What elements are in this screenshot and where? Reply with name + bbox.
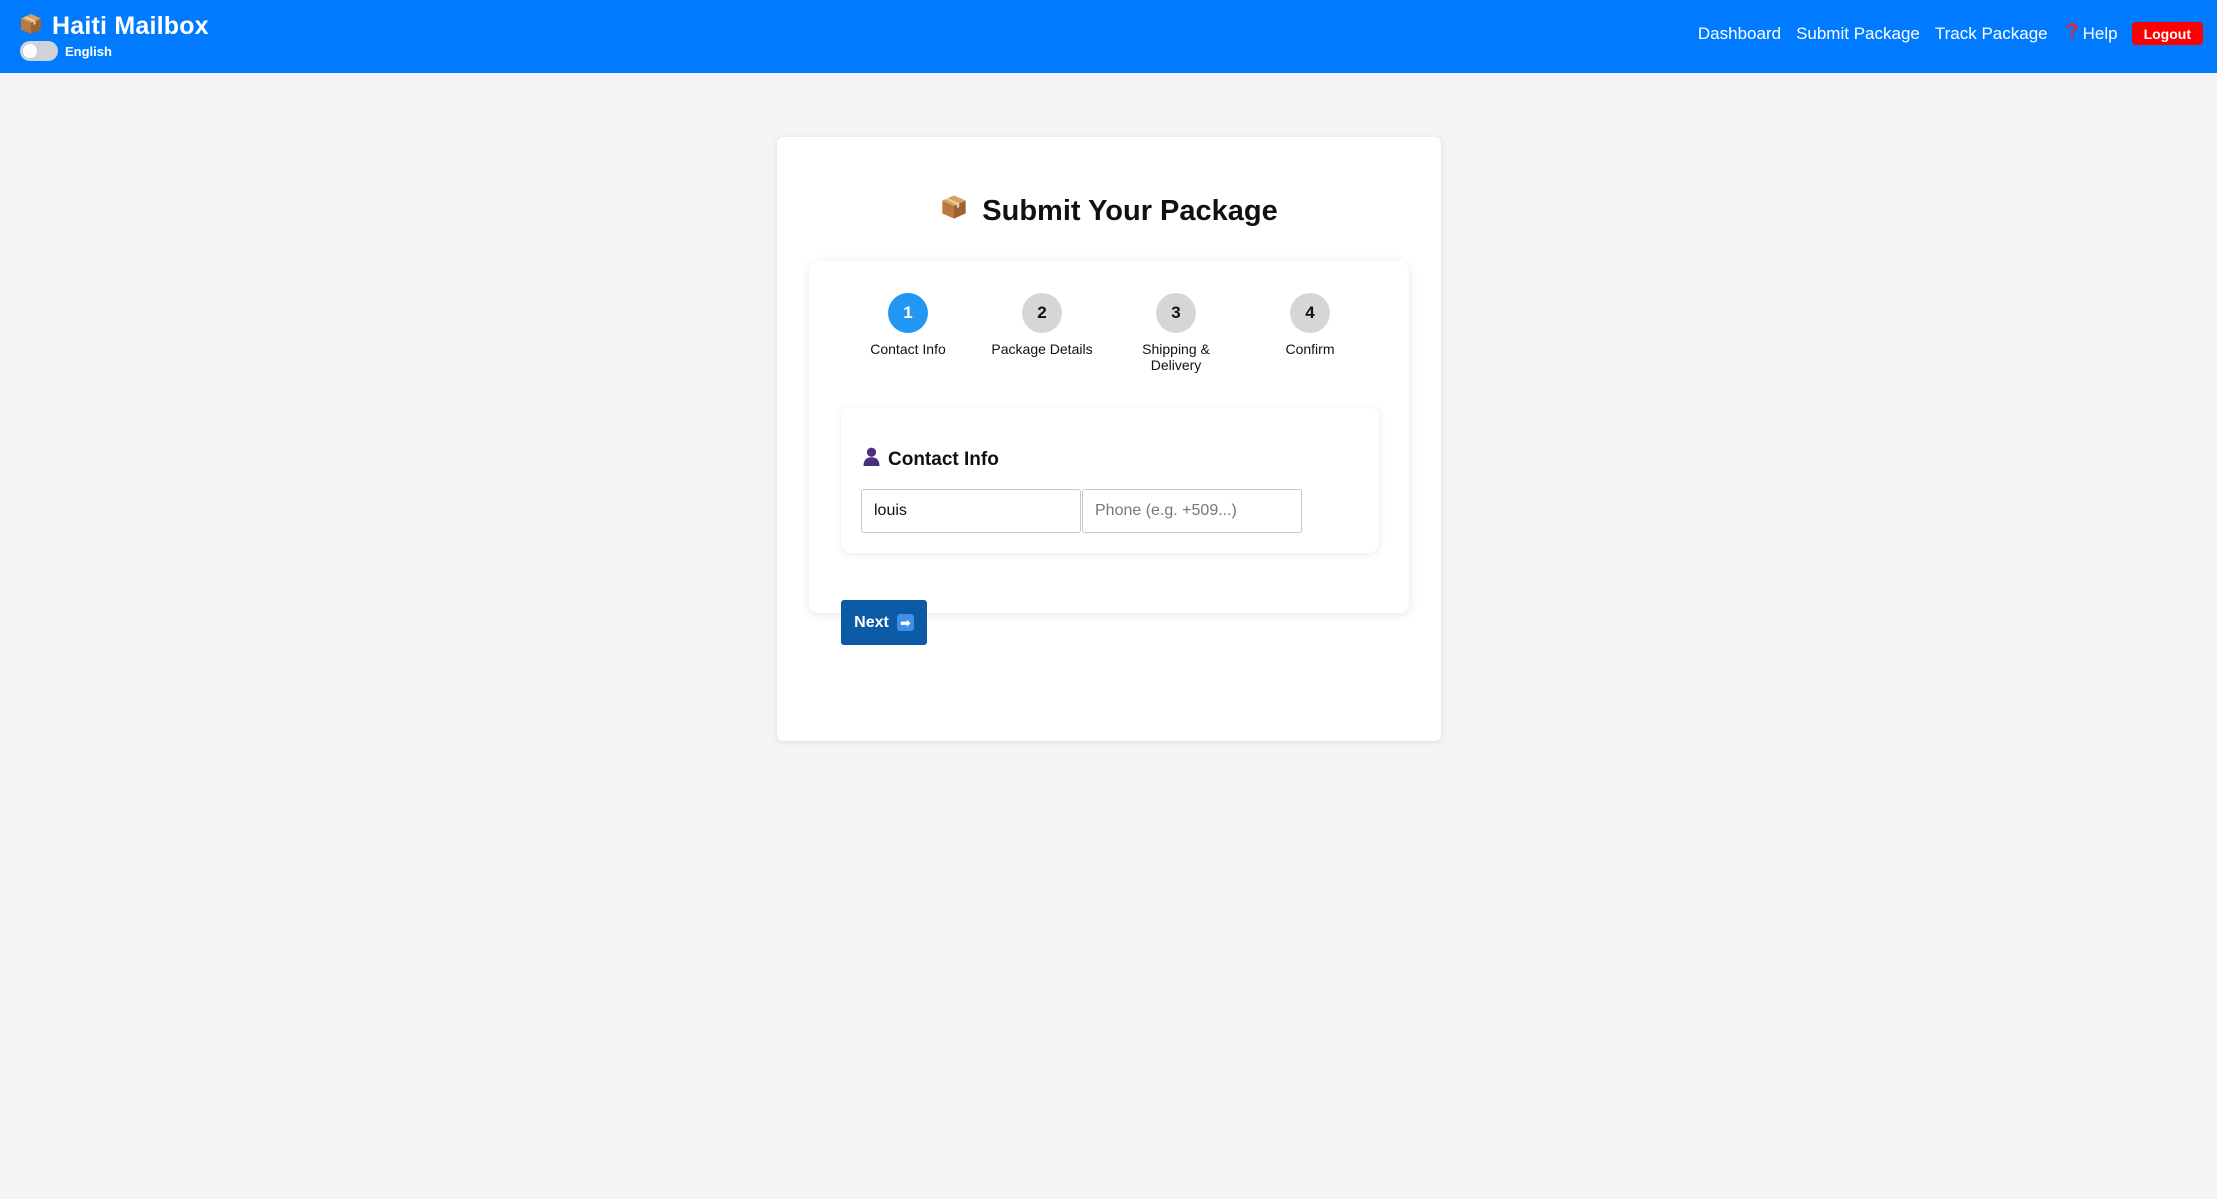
logout-button[interactable]: Logout <box>2131 22 2203 45</box>
step-label: Contact Info <box>870 341 946 357</box>
right-arrow-icon: ➡ <box>896 614 914 631</box>
contact-info-section: Contact Info <box>841 407 1379 553</box>
language-toggle[interactable] <box>20 41 58 61</box>
submit-package-card: Submit Your Package 1 Contact Info 2 Pac… <box>777 137 1441 741</box>
language-label: English <box>65 43 112 59</box>
step-package-details[interactable]: 2 Package Details <box>977 293 1107 357</box>
next-button[interactable]: Next ➡ <box>841 600 927 645</box>
nav-track-package[interactable]: Track Package <box>1935 24 2048 44</box>
step-label: Confirm <box>1285 341 1335 357</box>
page-title: Submit Your Package <box>777 193 1441 229</box>
step-number: 3 <box>1156 293 1196 333</box>
next-button-label: Next <box>854 613 889 631</box>
page-title-text: Submit Your Package <box>982 194 1278 227</box>
step-number: 4 <box>1290 293 1330 333</box>
nav-submit-package[interactable]: Submit Package <box>1796 24 1920 44</box>
step-confirm[interactable]: 4 Confirm <box>1245 293 1375 357</box>
top-navbar: Haiti Mailbox English Dashboard Submit P… <box>0 0 2217 73</box>
package-icon <box>940 193 968 229</box>
step-indicator: 1 Contact Info 2 Package Details 3 Shipp… <box>809 261 1409 391</box>
brand[interactable]: Haiti Mailbox <box>19 12 209 41</box>
brand-title: Haiti Mailbox <box>52 12 209 40</box>
wizard-card: 1 Contact Info 2 Package Details 3 Shipp… <box>809 261 1409 645</box>
name-input[interactable] <box>861 489 1081 533</box>
nav-dashboard[interactable]: Dashboard <box>1698 24 1781 44</box>
step-label: Shipping & Delivery <box>1142 341 1210 373</box>
question-mark-icon <box>2066 22 2078 45</box>
section-title-text: Contact Info <box>888 448 999 470</box>
main-nav: Dashboard Submit Package Track Package H… <box>1683 22 2203 45</box>
nav-help[interactable]: Help <box>2066 22 2118 45</box>
person-icon <box>863 447 880 472</box>
step-contact-info[interactable]: 1 Contact Info <box>843 293 973 357</box>
step-number: 1 <box>888 293 928 333</box>
package-icon <box>19 12 43 41</box>
language-switcher: English <box>20 41 112 61</box>
step-label: Package Details <box>991 341 1093 357</box>
nav-help-label: Help <box>2082 23 2118 43</box>
step-number: 2 <box>1022 293 1062 333</box>
step-shipping-delivery[interactable]: 3 Shipping & Delivery <box>1111 293 1241 373</box>
phone-input[interactable] <box>1082 489 1302 533</box>
section-title: Contact Info <box>863 447 999 472</box>
